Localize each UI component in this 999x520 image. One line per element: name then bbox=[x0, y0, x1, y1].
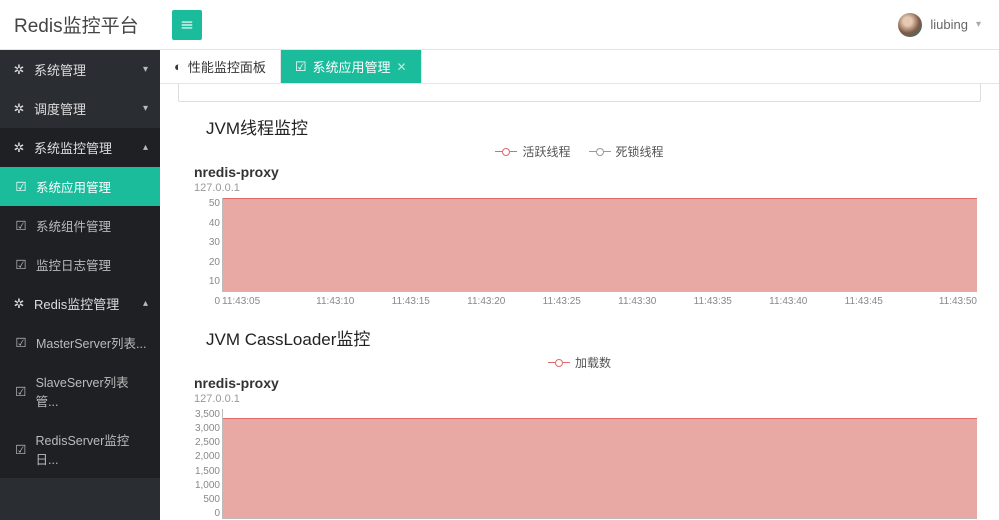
chart-fill bbox=[223, 198, 977, 291]
sidebar-item-label: SlaveServer列表管... bbox=[36, 372, 148, 410]
sidebar-item-log-manage[interactable]: ☑ 监控日志管理 bbox=[0, 245, 160, 284]
check-icon: ☑ bbox=[14, 335, 28, 350]
chart-classloader: 3,5003,0002,5002,0001,5001,0005000 bbox=[194, 409, 977, 519]
chart-series-title: nredis-proxy bbox=[194, 164, 981, 180]
tab-bar: ◐ 性能监控面板 ☑ 系统应用管理 ✕ bbox=[160, 50, 999, 84]
content-scroll[interactable]: JVM线程监控 活跃线程 死锁线程 nredis-proxy 127.0.0.1… bbox=[160, 84, 999, 520]
sidebar-item-app-manage[interactable]: ☑ 系统应用管理 bbox=[0, 167, 160, 206]
sidebar-group-monitor[interactable]: ✲ 系统监控管理 ▴ bbox=[0, 128, 160, 167]
chart-section-title: JVM CassLoader监控 bbox=[206, 325, 981, 350]
user-name: liubing bbox=[930, 17, 968, 32]
tab-label: 系统应用管理 bbox=[313, 57, 391, 76]
tab-dashboard[interactable]: ◐ 性能监控面板 bbox=[160, 50, 281, 83]
sidebar-item-label: 系统组件管理 bbox=[36, 216, 111, 235]
chart-thread: 50403020100 11:43:0511:43:1011:43:1511:4… bbox=[194, 198, 977, 307]
check-icon: ☑ bbox=[295, 59, 307, 75]
tab-app-manage[interactable]: ☑ 系统应用管理 ✕ bbox=[281, 50, 422, 83]
chevron-down-icon: ▾ bbox=[143, 103, 148, 114]
x-axis: 11:43:0511:43:1011:43:1511:43:2011:43:25… bbox=[222, 292, 977, 307]
sidebar: ✲ 系统管理 ▾ ✲ 调度管理 ▾ ✲ 系统监控管理 ▴ ☑ 系统应用管理 ☑ … bbox=[0, 50, 160, 520]
check-icon: ☑ bbox=[14, 218, 28, 233]
chart-section-title: JVM线程监控 bbox=[206, 114, 981, 139]
legend-item-loaded: 加载数 bbox=[548, 354, 611, 371]
sidebar-item-slave[interactable]: ☑ SlaveServer列表管... bbox=[0, 362, 160, 420]
header-user[interactable]: liubing ▾ bbox=[898, 13, 999, 37]
chart-host: 127.0.0.1 bbox=[194, 393, 981, 405]
gear-icon: ✲ bbox=[12, 62, 26, 78]
sidebar-group-system[interactable]: ✲ 系统管理 ▾ bbox=[0, 50, 160, 89]
close-icon[interactable]: ✕ bbox=[397, 60, 407, 74]
menu-toggle-button[interactable] bbox=[172, 10, 202, 40]
chevron-up-icon: ▴ bbox=[143, 298, 148, 309]
avatar bbox=[898, 13, 922, 37]
gear-icon: ✲ bbox=[12, 101, 26, 117]
chart-series-title: nredis-proxy bbox=[194, 375, 981, 391]
chevron-down-icon: ▾ bbox=[143, 64, 148, 75]
sidebar-item-master[interactable]: ☑ MasterServer列表... bbox=[0, 323, 160, 362]
hamburger-icon bbox=[180, 18, 194, 32]
check-icon: ☑ bbox=[14, 384, 28, 399]
sidebar-item-redisserver[interactable]: ☑ RedisServer监控日... bbox=[0, 420, 160, 478]
check-icon: ☑ bbox=[14, 179, 28, 194]
legend-item-deadlock: 死锁线程 bbox=[589, 143, 664, 160]
check-icon: ☑ bbox=[14, 442, 28, 457]
app-title: Redis监控平台 bbox=[0, 11, 160, 38]
content: ◐ 性能监控面板 ☑ 系统应用管理 ✕ JVM线程监控 活跃线程 死锁线程 nr… bbox=[160, 50, 999, 520]
sidebar-label: 系统监控管理 bbox=[34, 138, 112, 157]
chevron-up-icon: ▴ bbox=[143, 142, 148, 153]
header: Redis监控平台 liubing ▾ bbox=[0, 0, 999, 50]
tab-label: 性能监控面板 bbox=[188, 57, 266, 76]
chevron-down-icon: ▾ bbox=[976, 19, 981, 30]
panel-bottom-edge bbox=[178, 84, 981, 102]
sidebar-group-redis[interactable]: ✲ Redis监控管理 ▴ bbox=[0, 284, 160, 323]
gear-icon: ✲ bbox=[12, 140, 26, 156]
chart-legend: 加载数 bbox=[178, 354, 981, 371]
sidebar-label: 系统管理 bbox=[34, 60, 86, 79]
chart-legend: 活跃线程 死锁线程 bbox=[178, 143, 981, 160]
y-axis: 3,5003,0002,5002,0001,5001,0005000 bbox=[194, 409, 220, 519]
sidebar-group-schedule[interactable]: ✲ 调度管理 ▾ bbox=[0, 89, 160, 128]
y-axis: 50403020100 bbox=[194, 198, 220, 307]
sidebar-item-label: MasterServer列表... bbox=[36, 333, 146, 352]
chart-fill bbox=[223, 418, 977, 518]
sidebar-label: 调度管理 bbox=[34, 99, 86, 118]
chart-host: 127.0.0.1 bbox=[194, 182, 981, 194]
chart-plot-area bbox=[222, 409, 977, 519]
sidebar-item-label: 系统应用管理 bbox=[36, 177, 111, 196]
chart-plot-area bbox=[222, 198, 977, 292]
sidebar-item-label: RedisServer监控日... bbox=[36, 430, 149, 468]
sidebar-label: Redis监控管理 bbox=[34, 294, 119, 313]
sidebar-item-component-manage[interactable]: ☑ 系统组件管理 bbox=[0, 206, 160, 245]
legend-item-active: 活跃线程 bbox=[495, 143, 570, 160]
gear-icon: ✲ bbox=[12, 296, 26, 312]
check-icon: ☑ bbox=[14, 257, 28, 272]
sidebar-item-label: 监控日志管理 bbox=[36, 255, 111, 274]
dashboard-icon: ◐ bbox=[174, 59, 182, 74]
